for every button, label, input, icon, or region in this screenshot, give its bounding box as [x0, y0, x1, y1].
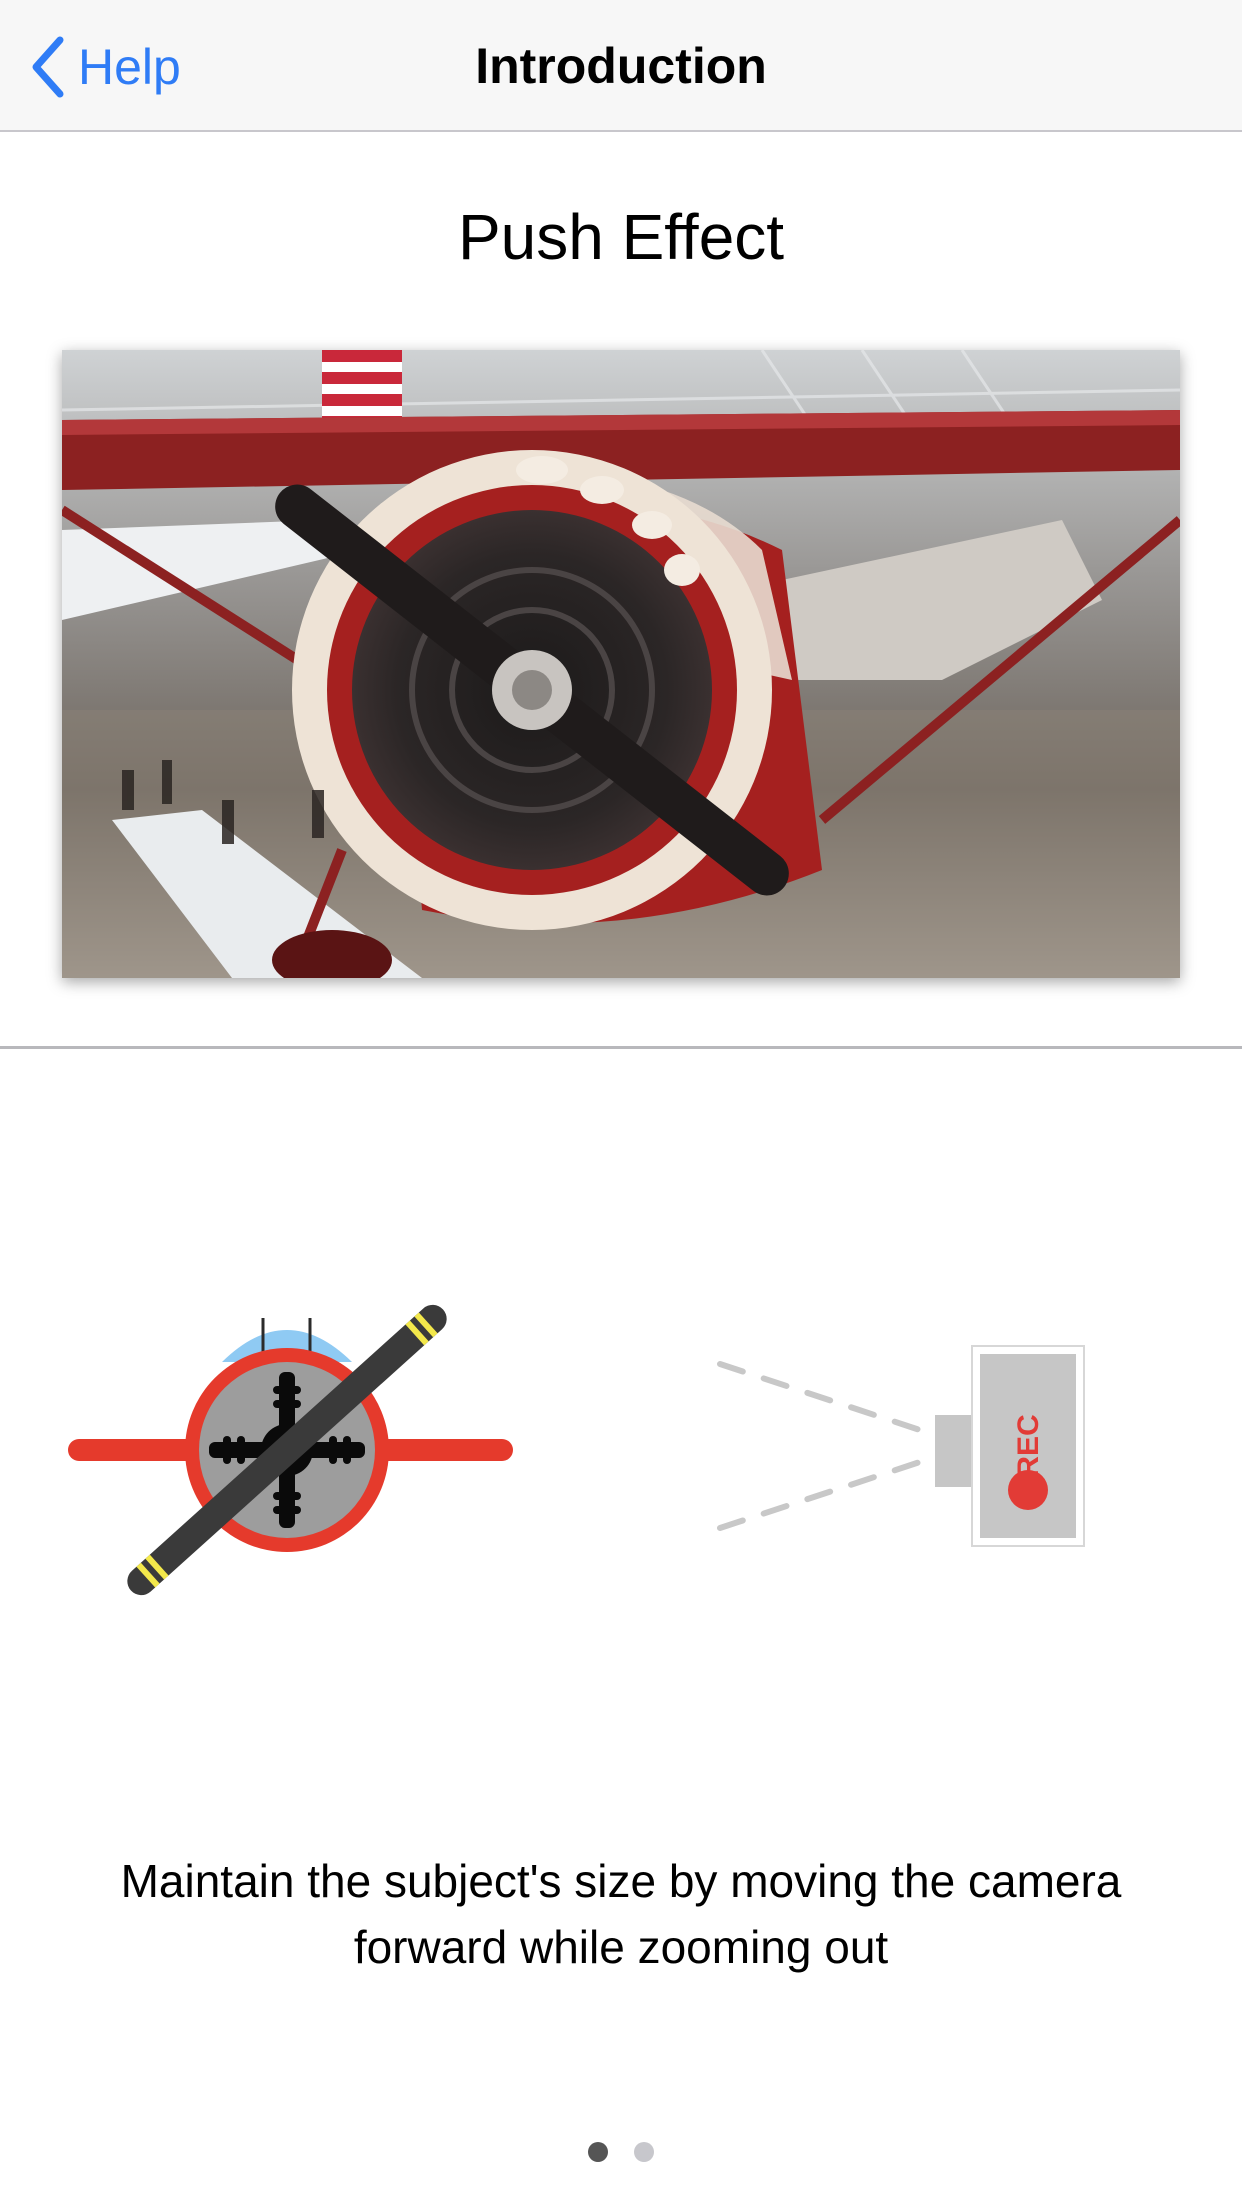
back-button-label: Help [78, 39, 181, 95]
page-control[interactable] [0, 2142, 1242, 2162]
airplane-icon [60, 1300, 520, 1600]
section-title: Push Effect [457, 201, 785, 273]
back-button[interactable]: Help [30, 34, 181, 100]
example-photo [62, 350, 1180, 978]
chevron-left-icon [30, 36, 66, 98]
page-dot-2[interactable] [634, 2142, 654, 2162]
instruction-caption: Maintain the subject's size by moving th… [120, 1855, 1122, 1973]
navigation-bar: Introduction Help [0, 0, 1242, 132]
nav-title: Introduction [475, 38, 767, 94]
rec-label: REC [1012, 1414, 1045, 1477]
camera-icon: REC [700, 1340, 1100, 1560]
section-divider [0, 1046, 1242, 1049]
page-dot-1[interactable] [588, 2142, 608, 2162]
